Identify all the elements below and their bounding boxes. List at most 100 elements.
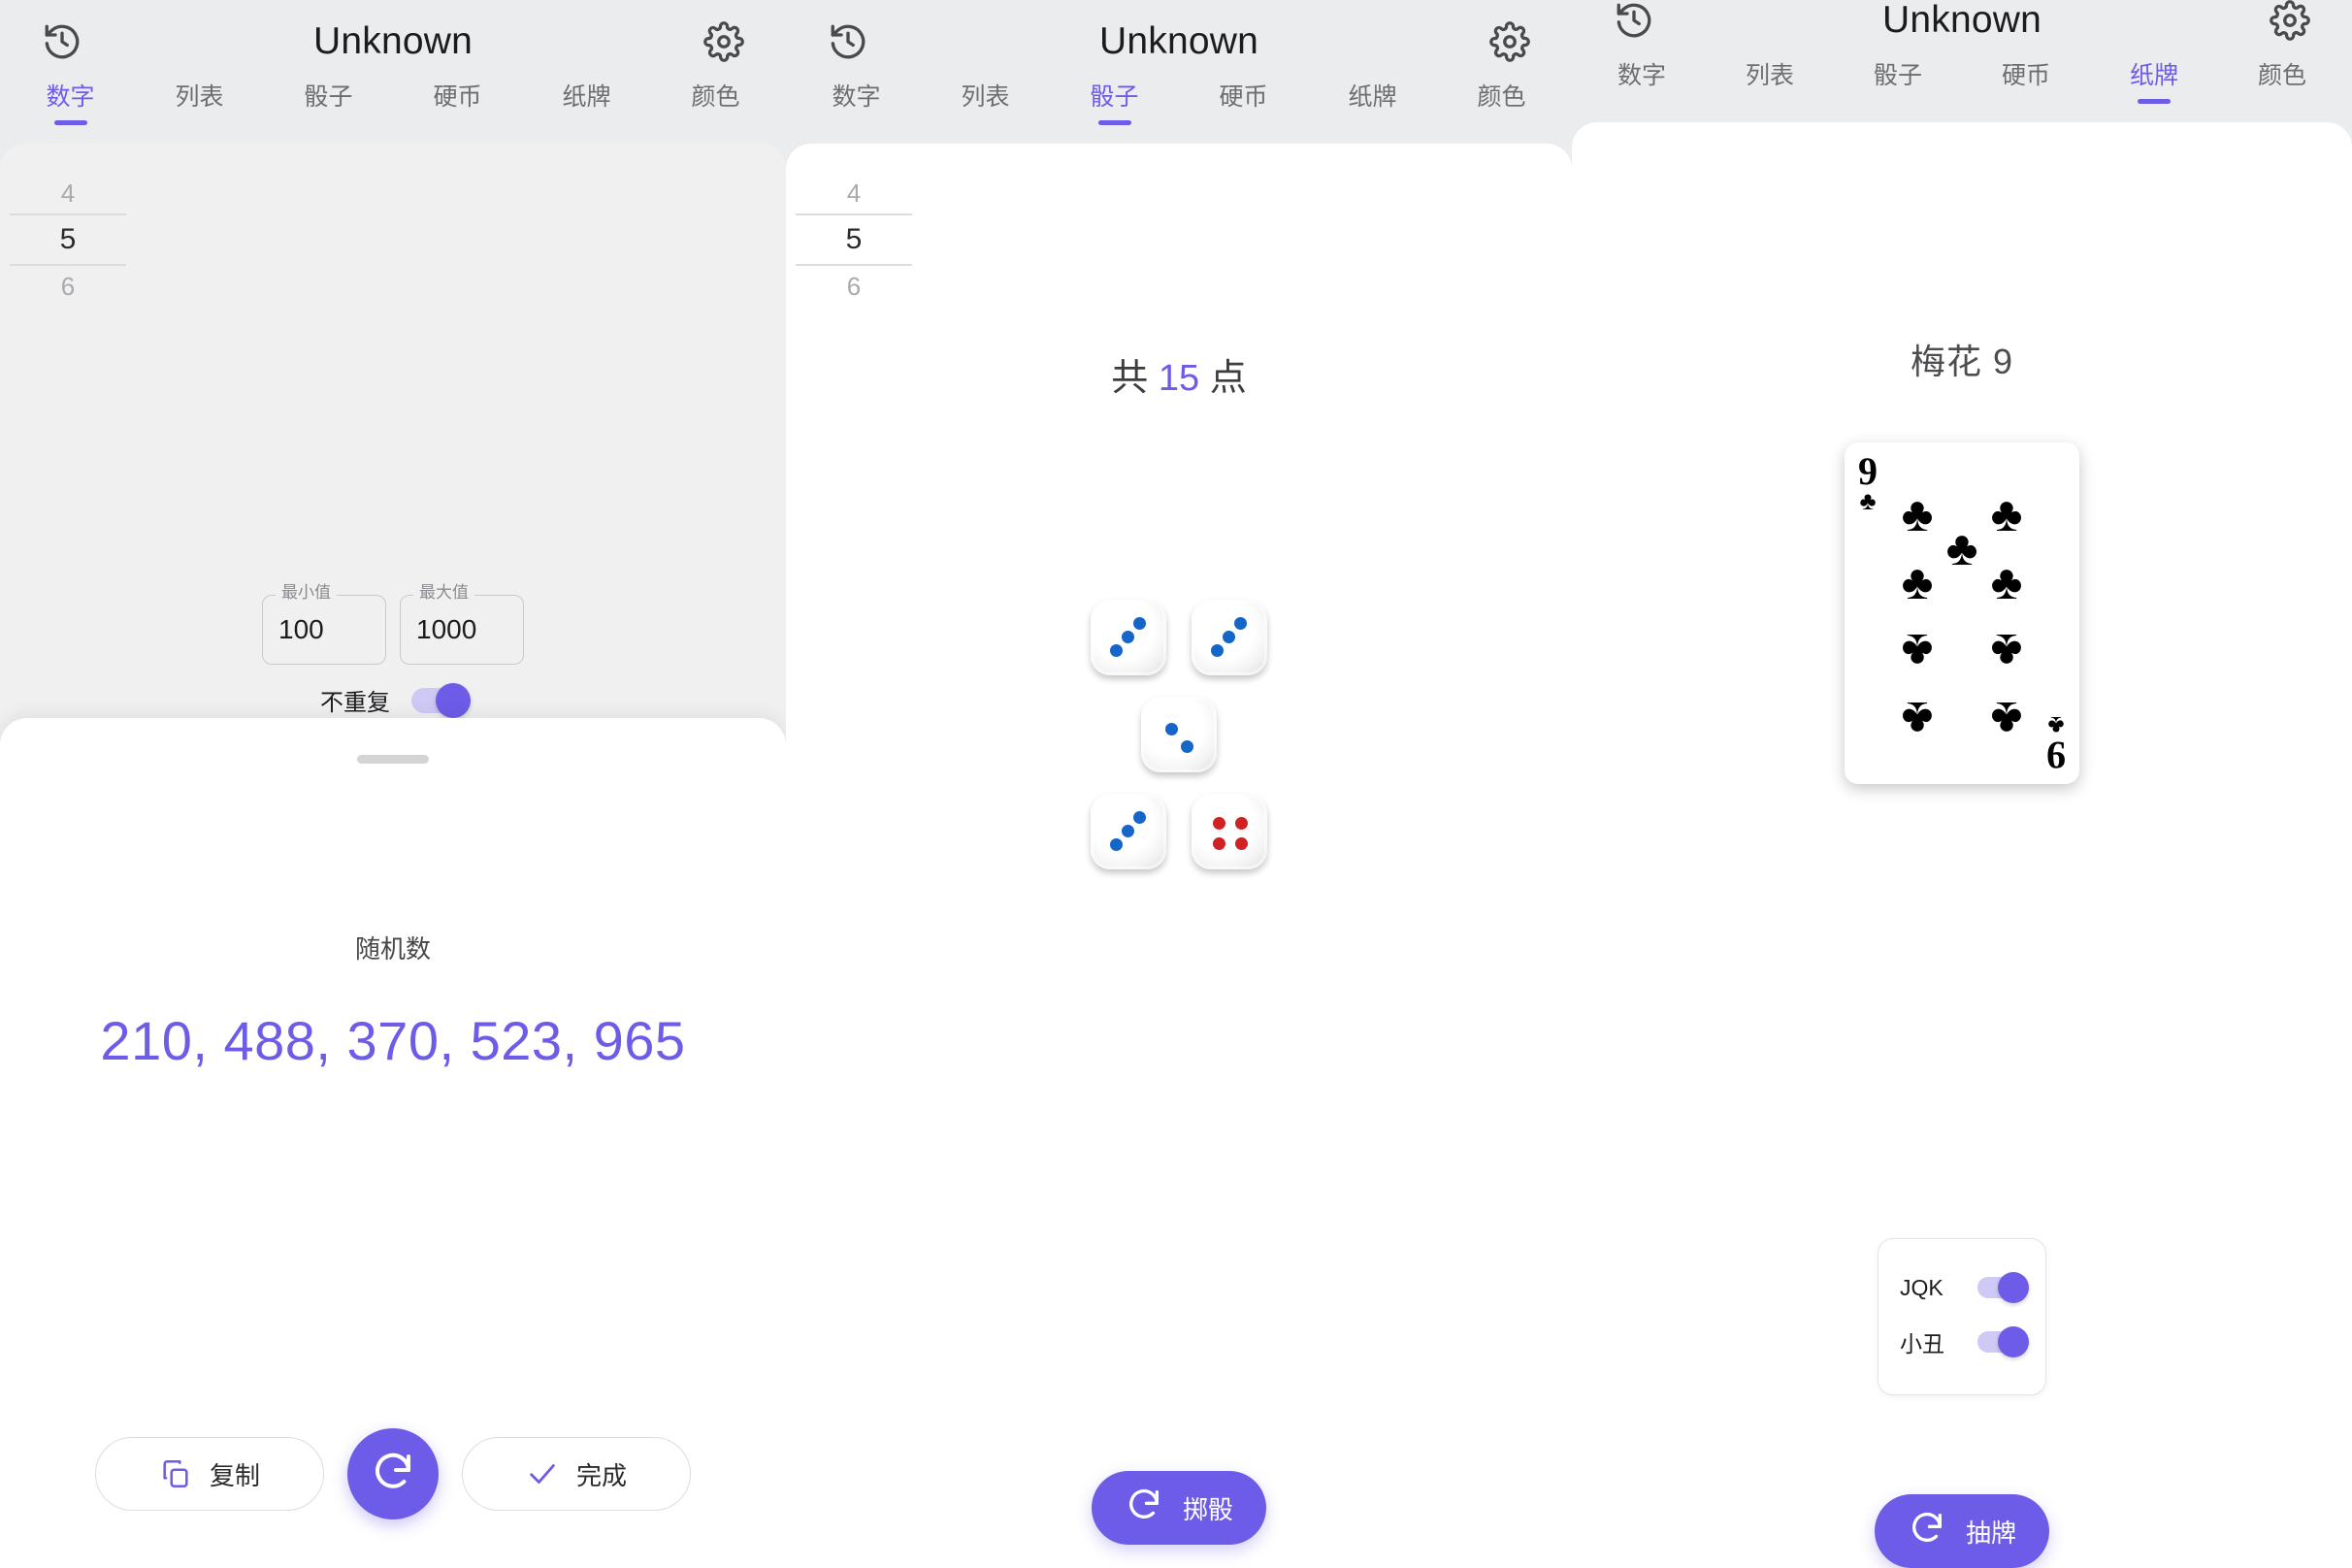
tab-bar: 数字 列表 骰子 硬币 纸牌 颜色 [0,83,786,144]
wheel-value-below[interactable]: 6 [796,266,912,307]
history-icon[interactable] [35,15,89,69]
tab-coin[interactable]: 硬币 [393,83,522,110]
toggle-knob [436,682,471,718]
tab-cards[interactable]: 纸牌 [1308,83,1437,110]
wheel-value-below[interactable]: 6 [10,266,126,307]
max-value-label: 最大值 [413,584,474,601]
die-pip [1165,723,1178,735]
tab-numbers[interactable]: 数字 [6,83,135,125]
dice-row [1141,697,1217,772]
tab-coin[interactable]: 硬币 [1179,83,1308,110]
tab-label: 列表 [175,83,224,111]
die-pip [1110,838,1123,851]
toggle-row-jqk[interactable]: JQK [1878,1260,2045,1315]
history-icon[interactable] [821,15,875,69]
jqk-label: JQK [1900,1274,1944,1300]
clubs-icon: ♣ [1990,555,2023,610]
tab-numbers[interactable]: 数字 [792,83,921,110]
roll-dice-label: 掷骰 [1182,1494,1234,1524]
tab-label: 骰子 [304,83,353,111]
result-value: 210, 488, 370, 523, 965 [100,1010,686,1071]
tab-label: 硬币 [2001,62,2050,89]
roll-dice-button[interactable]: 掷骰 [1091,1471,1267,1545]
dice-row [1091,600,1267,675]
count-wheel[interactable]: 4 5 6 [796,173,912,307]
gear-icon[interactable] [1483,15,1537,69]
panel-numbers: Unknown 数字 列表 骰子 硬币 纸牌 颜色 4 5 6 最小值 100 … [0,0,786,1568]
playing-card[interactable]: 9 ♣ 9 ♣ ♣ ♣ ♣ ♣ ♣ ♣ ♣ ♣ ♣ [1845,442,2079,784]
tab-list[interactable]: 列表 [135,83,264,110]
max-value-field[interactable]: 最大值 1000 [400,584,524,665]
die-pip [1122,825,1134,837]
min-value-field[interactable]: 最小值 100 [262,584,386,665]
clubs-icon: ♣ [1945,521,1978,576]
drawn-card-title: 梅花 9 [1910,342,2014,381]
card-pips: ♣ ♣ ♣ ♣ ♣ ♣ ♣ ♣ ♣ [1845,442,2079,784]
wheel-value-selected[interactable]: 5 [796,215,912,264]
dice-sum-suffix: 点 [1209,358,1247,399]
tab-numbers[interactable]: 数字 [1578,62,1706,88]
dice-row [1091,794,1267,869]
sheet-drag-handle[interactable] [357,755,429,764]
copy-button[interactable]: 复制 [95,1437,324,1511]
die-pip [1133,811,1146,824]
result-bottom-sheet: 随机数 210, 488, 370, 523, 965 复制 完成 [0,718,786,1568]
no-repeat-toggle[interactable] [411,682,471,718]
die[interactable] [1192,794,1267,869]
die-pip [1235,817,1248,830]
tab-dice[interactable]: 骰子 [1050,83,1179,125]
die[interactable] [1091,794,1166,869]
min-value-text: 100 [278,614,324,644]
result-label: 随机数 [354,934,431,964]
content-sheet: 4 5 6 共 15 点 掷骰 [786,144,1572,1568]
count-wheel[interactable]: 4 5 6 [10,173,126,307]
wheel-value-selected[interactable]: 5 [10,215,126,264]
done-button[interactable]: 完成 [462,1437,691,1511]
tab-color[interactable]: 颜色 [651,83,780,110]
done-button-label: 完成 [575,1460,627,1490]
jqk-toggle[interactable] [1977,1272,2029,1303]
gear-icon[interactable] [2263,0,2317,48]
tab-label: 颜色 [2257,62,2306,89]
clubs-icon: ♣ [1990,623,2023,678]
tab-cards[interactable]: 纸牌 [522,83,651,110]
card-options-panel: JQK 小丑 [1878,1238,2046,1395]
action-buttons: 复制 完成 [0,1428,786,1519]
app-bar: Unknown [786,0,1572,83]
draw-card-button[interactable]: 抽牌 [1874,1494,2050,1568]
die-pip [1110,644,1123,657]
tab-dice[interactable]: 骰子 [1834,62,1962,88]
toggle-row-joker[interactable]: 小丑 [1878,1315,2045,1369]
die[interactable] [1192,600,1267,675]
dice-area [786,600,1572,869]
die[interactable] [1141,697,1217,772]
tab-list[interactable]: 列表 [921,83,1050,110]
tab-coin[interactable]: 硬币 [1962,62,2090,88]
content-sheet: 梅花 9 9 ♣ 9 ♣ ♣ ♣ ♣ ♣ ♣ ♣ ♣ ♣ ♣ JQK 小丑 抽牌 [1572,122,2352,1568]
dice-sum: 共 15 点 [786,347,1572,401]
wheel-value-above[interactable]: 4 [10,173,126,213]
tab-color[interactable]: 颜色 [2218,62,2346,88]
gear-icon[interactable] [697,15,751,69]
panel-cards: Unknown 数字 列表 骰子 硬币 纸牌 颜色 梅花 9 9 ♣ 9 ♣ ♣… [1572,0,2352,1568]
tab-cards[interactable]: 纸牌 [2090,62,2218,104]
tab-indicator [1097,120,1131,125]
die[interactable] [1091,600,1166,675]
tab-list[interactable]: 列表 [1706,62,1834,88]
clubs-icon: ♣ [1901,486,1934,541]
regenerate-button[interactable] [347,1428,439,1519]
tab-dice[interactable]: 骰子 [264,83,393,110]
toggle-knob [1998,1272,2029,1303]
history-icon[interactable] [1607,0,1661,48]
clubs-icon: ♣ [1901,555,1934,610]
die-pip [1223,631,1235,643]
wheel-value-above[interactable]: 4 [796,173,912,213]
joker-label: 小丑 [1900,1331,1944,1356]
tab-color[interactable]: 颜色 [1437,83,1566,110]
die-pip [1211,644,1224,657]
panel-dice: Unknown 数字 列表 骰子 硬币 纸牌 颜色 4 5 6 共 15 点 掷… [786,0,1572,1568]
joker-toggle[interactable] [1977,1326,2029,1357]
refresh-icon [1125,1486,1163,1531]
tab-label: 纸牌 [2129,62,2178,89]
tab-indicator [53,120,87,125]
